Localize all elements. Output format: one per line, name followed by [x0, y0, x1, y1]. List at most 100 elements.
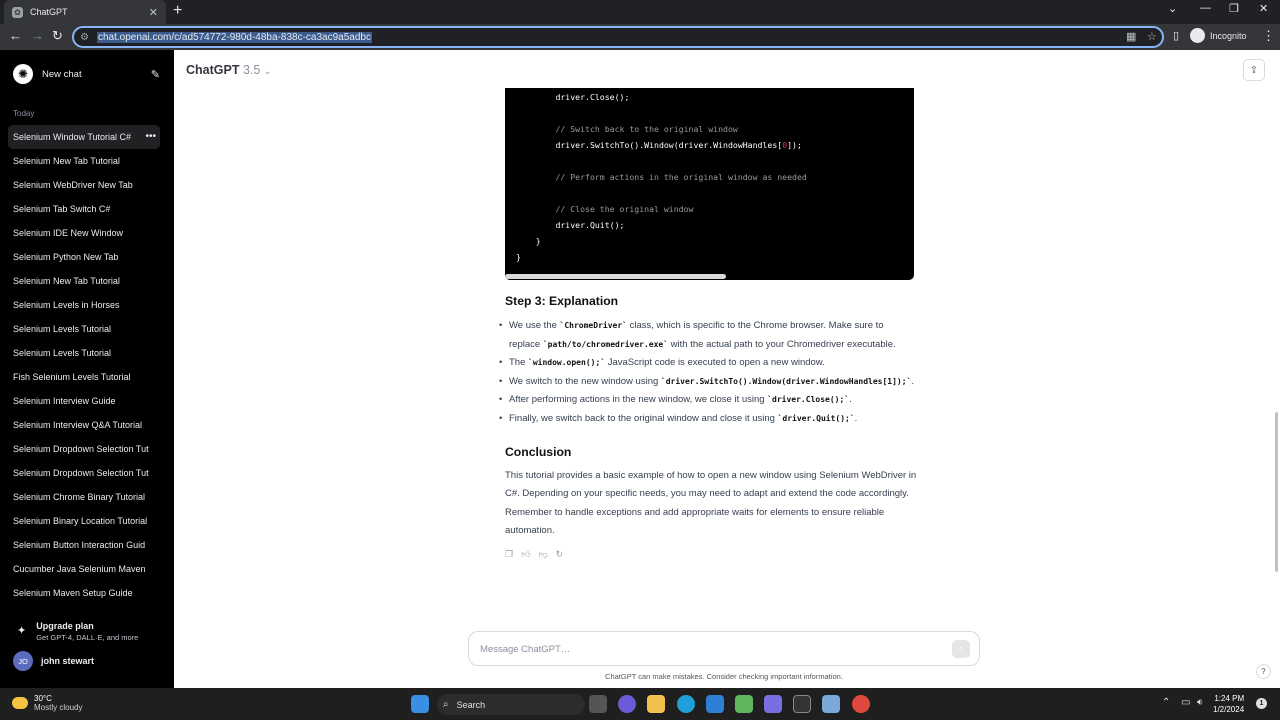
user-menu[interactable]: JO john stewart	[13, 651, 94, 671]
chat-app-icon[interactable]	[618, 695, 636, 713]
taskbar-search[interactable]: ⌕ Search	[437, 694, 585, 715]
sidebar-chat-item[interactable]: Selenium Binary Location Tutorial	[8, 509, 160, 533]
list-item: We switch to the new window using `drive…	[499, 373, 917, 392]
sidebar-chat-item[interactable]: Selenium Python New Tab	[8, 245, 160, 269]
notification-badge[interactable]: 1	[1256, 698, 1267, 709]
thumbs-down-icon[interactable]: 👎︎	[538, 549, 547, 560]
message-input[interactable]: Message ChatGPT…	[480, 644, 570, 655]
minimize-icon[interactable]: —	[1200, 2, 1211, 14]
sidebar-chat-item[interactable]: Selenium Interview Q&A Tutorial	[8, 413, 160, 437]
list-text: .	[854, 412, 858, 424]
sidebar-chat-item[interactable]: Selenium Dropdown Selection Tut	[8, 461, 160, 485]
browser-menu-icon[interactable]: ⋮	[1262, 29, 1275, 43]
photos-icon[interactable]	[822, 695, 840, 713]
list-text: The	[509, 357, 529, 369]
message-actions: ❐ 👍︎ 👎︎ ↻	[505, 549, 917, 560]
browser-tab[interactable]: ✿ ChatGPT ✕	[4, 0, 166, 24]
sidebar-chat-item[interactable]: Selenium New Tab Tutorial	[8, 269, 160, 293]
regenerate-icon[interactable]: ↻	[556, 549, 564, 560]
incognito-badge[interactable]: Incognito	[1190, 28, 1247, 43]
message-composer[interactable]: Message ChatGPT… ↑	[468, 631, 980, 666]
terminal-icon[interactable]	[793, 695, 811, 713]
sidebar-chat-item[interactable]: Selenium Button Interaction Guid	[8, 533, 160, 557]
sidebar-chat-item[interactable]: Fish Selenium Levels Tutorial	[8, 365, 160, 389]
page-scrollbar[interactable]	[1275, 412, 1278, 572]
site-info-icon[interactable]: ⚙	[80, 32, 89, 43]
sidebar-chat-item[interactable]: Cucumber Java Selenium Maven	[8, 557, 160, 581]
edge-browser-icon[interactable]	[677, 695, 695, 713]
list-text: .	[849, 394, 852, 406]
qr-code-icon[interactable]: ▦	[1126, 30, 1136, 43]
sidebar-chat-label: Selenium Levels Tutorial	[13, 324, 112, 334]
back-icon[interactable]: ←	[9, 29, 22, 43]
sidebar-chat-item[interactable]: Selenium Dropdown Selection Tut	[8, 437, 160, 461]
sidebar-chat-item[interactable]: Selenium Levels Tutorial	[8, 317, 160, 341]
disclaimer-text: ChatGPT can make mistakes. Consider chec…	[605, 672, 843, 681]
copy-icon[interactable]: ❐	[505, 549, 513, 560]
sidebar-chat-item[interactable]: Selenium Window Tutorial C# •••	[8, 125, 160, 149]
explanation-list: We use the `ChromeDriver` class, which i…	[499, 317, 917, 429]
side-panel-icon[interactable]: ▯	[1173, 29, 1179, 43]
sidebar-chat-item[interactable]: Selenium Interview Guide	[8, 389, 160, 413]
system-clock[interactable]: 1:24 PM 1/2/2024	[1213, 693, 1244, 715]
vpn-app-icon[interactable]	[764, 695, 782, 713]
volume-icon[interactable]: 🔉︎	[1197, 697, 1203, 708]
tab-search-icon[interactable]: ⌄	[1168, 2, 1177, 15]
address-bar[interactable]: ⚙ chat.openai.com/c/ad574772-980d-48ba-8…	[72, 26, 1164, 48]
tray-chevron-icon[interactable]: ⌃	[1162, 697, 1170, 708]
sidebar-chat-label: Selenium Interview Guide	[13, 396, 116, 406]
windows-start-icon[interactable]	[411, 695, 429, 713]
list-item: Finally, we switch back to the original …	[499, 410, 917, 429]
url-text[interactable]: chat.openai.com/c/ad574772-980d-48ba-838…	[96, 31, 372, 43]
new-tab-button[interactable]: +	[173, 3, 182, 19]
sidebar-chat-item[interactable]: Selenium Levels Tutorial	[8, 341, 160, 365]
clock-time: 1:24 PM	[1214, 694, 1245, 703]
file-explorer-icon[interactable]	[647, 695, 665, 713]
close-window-icon[interactable]: ✕	[1259, 2, 1268, 15]
reload-icon[interactable]: ↻	[52, 29, 63, 43]
sidebar-chat-item[interactable]: Selenium New Tab Tutorial	[8, 149, 160, 173]
new-chat-button[interactable]: ✺ New chat ✎	[8, 62, 160, 86]
model-selector[interactable]: ChatGPT 3.5 ⌄	[186, 63, 271, 77]
bookmark-star-icon[interactable]: ☆	[1147, 30, 1157, 43]
chrome-icon[interactable]	[852, 695, 870, 713]
edit-icon[interactable]: ✎	[151, 68, 160, 81]
code-text: driver.SwitchTo().Window(driver.WindowHa…	[555, 140, 783, 150]
sidebar: ✺ New chat ✎ Today Selenium Window Tutor…	[0, 50, 174, 688]
sidebar-chat-item[interactable]: Selenium Maven Setup Guide	[8, 581, 160, 605]
help-button[interactable]: ?	[1256, 664, 1271, 679]
sidebar-chat-item[interactable]: Selenium Tab Switch C#	[8, 197, 160, 221]
task-view-icon[interactable]	[589, 695, 607, 713]
upgrade-plan-button[interactable]: ✦ Upgrade plan Get GPT-4, DALL·E, and mo…	[13, 621, 138, 642]
more-options-icon[interactable]: •••	[141, 131, 156, 142]
close-tab-icon[interactable]: ✕	[149, 6, 158, 19]
sidebar-chat-item[interactable]: Selenium WebDriver New Tab	[8, 173, 160, 197]
store-icon[interactable]	[706, 695, 724, 713]
sidebar-chat-item[interactable]: Selenium Chrome Binary Tutorial	[8, 485, 160, 509]
forward-icon[interactable]: →	[31, 29, 44, 43]
share-button[interactable]: ⇪	[1243, 59, 1265, 81]
model-version: 3.5	[242, 63, 261, 77]
windows-taskbar: 30°C Mostly cloudy ⌕ Search ⌃ ▭ 🔉︎ 1:24 …	[0, 688, 1280, 720]
sidebar-chat-label: Selenium Dropdown Selection Tut	[13, 444, 149, 454]
send-button[interactable]: ↑	[952, 640, 970, 658]
thumbs-up-icon[interactable]: 👍︎	[521, 549, 530, 560]
incognito-label: Incognito	[1210, 30, 1247, 41]
sidebar-chat-item[interactable]: Selenium IDE New Window	[8, 221, 160, 245]
sidebar-chat-item[interactable]: Selenium Levels in Horses	[8, 293, 160, 317]
weather-widget[interactable]: 30°C Mostly cloudy	[12, 694, 82, 712]
list-text: After performing actions in the new wind…	[509, 394, 768, 406]
code-scrollbar[interactable]	[505, 274, 726, 279]
list-text: with the actual path to your Chromedrive…	[668, 338, 896, 350]
code-text: driver.Close();	[555, 92, 630, 102]
code-line: }	[516, 249, 914, 265]
restore-icon[interactable]: ❐	[1229, 2, 1239, 15]
notepad-icon[interactable]	[735, 695, 753, 713]
model-name: ChatGPT	[186, 63, 240, 77]
sidebar-chat-label: Selenium Tab Switch C#	[13, 204, 111, 214]
network-icon[interactable]: ▭	[1181, 697, 1190, 708]
